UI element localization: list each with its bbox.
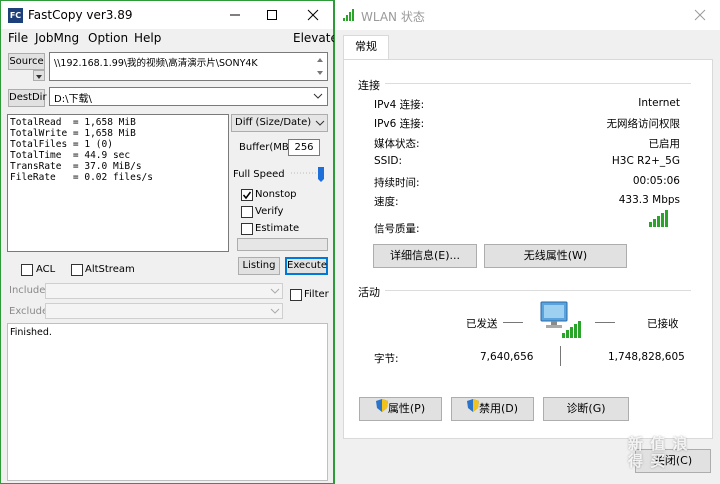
- wlan-title: WLAN 状态: [361, 10, 425, 24]
- fastcopy-app-icon: FC: [8, 8, 23, 23]
- altstream-checkbox[interactable]: [71, 264, 83, 276]
- signal-strength-icon: [648, 209, 672, 227]
- status-text: Finished.: [10, 327, 52, 338]
- bytes-separator: [560, 346, 561, 366]
- connection-header: 连接: [358, 79, 380, 92]
- include-label: Include: [9, 285, 46, 296]
- disable-label: 禁用(D): [478, 402, 519, 415]
- include-combo: [45, 283, 283, 299]
- chevron-down-icon: [314, 117, 326, 129]
- fastcopy-window: FC FastCopy ver3.89 File JobMng Option H…: [0, 0, 338, 484]
- fastcopy-titlebar[interactable]: FC FastCopy ver3.89: [1, 1, 333, 29]
- source-dropdown-icon[interactable]: [33, 70, 45, 81]
- stats-panel: TotalRead = 1,658 MiB TotalWrite = 1,658…: [7, 114, 229, 252]
- row-label: IPv4 连接:: [374, 99, 425, 111]
- execute-button[interactable]: Execute: [285, 257, 328, 275]
- row-value: 无网络访问权限: [606, 118, 681, 130]
- menu-file[interactable]: File: [8, 31, 28, 45]
- row-value: Internet: [638, 97, 680, 109]
- estimate-label: Estimate: [255, 223, 300, 234]
- row-label: 媒体状态:: [374, 138, 420, 150]
- nonstop-checkbox[interactable]: [241, 189, 253, 201]
- minimize-icon[interactable]: [227, 7, 243, 23]
- filter-label: Filter: [304, 289, 329, 300]
- properties-button[interactable]: 属性(P): [359, 397, 442, 421]
- scroll-down-icon[interactable]: [314, 67, 326, 79]
- scroll-up-icon[interactable]: [314, 54, 326, 66]
- buffer-label: Buffer(MB): [239, 142, 293, 153]
- wifi-icon: [342, 8, 356, 22]
- source-button[interactable]: Source: [8, 53, 45, 70]
- mode-select[interactable]: Diff (Size/Date): [231, 114, 328, 132]
- wlan-titlebar[interactable]: WLAN 状态: [335, 0, 720, 30]
- watermark: 新 值 浪 得 买: [628, 436, 714, 474]
- row-label: IPv6 连接:: [374, 118, 425, 130]
- wireless-properties-button[interactable]: 无线属性(W): [484, 244, 627, 268]
- close-icon[interactable]: [305, 7, 321, 23]
- speed-slider[interactable]: [289, 164, 329, 182]
- verify-checkbox[interactable]: [241, 206, 253, 218]
- row-value: 已启用: [648, 138, 681, 150]
- buffer-input[interactable]: 256: [288, 139, 320, 156]
- filter-checkbox[interactable]: [290, 289, 302, 301]
- activity-divider: [385, 290, 691, 291]
- bytes-received: 1,748,828,605: [608, 351, 685, 363]
- bytes-sent: 7,640,656: [480, 351, 534, 363]
- details-button[interactable]: 详细信息(E)...: [373, 244, 477, 268]
- close-icon[interactable]: [692, 7, 708, 23]
- chevron-down-icon: [269, 305, 281, 317]
- destdir-button[interactable]: DestDir: [8, 89, 47, 107]
- estimate-checkbox[interactable]: [241, 223, 253, 235]
- menu-elevate[interactable]: Elevate: [293, 31, 338, 45]
- row-label: 持续时间:: [374, 177, 420, 189]
- acl-label: ACL: [36, 264, 56, 275]
- menu-help[interactable]: Help: [134, 31, 161, 45]
- watermark-text: 新 值 浪 得 买: [628, 435, 688, 470]
- sent-line: [503, 322, 523, 323]
- wlan-window: WLAN 状态 常规 连接 IPv4 连接: Internet IPv6 连接:…: [334, 0, 720, 484]
- verify-label: Verify: [255, 206, 284, 217]
- destdir-combo[interactable]: D:\下载\: [49, 87, 328, 106]
- speed-label: Full Speed: [233, 169, 285, 180]
- progress-bar: [237, 238, 328, 251]
- destdir-path-text: D:\下载\: [54, 94, 92, 105]
- mode-select-label: Diff (Size/Date): [235, 117, 312, 128]
- nonstop-label: Nonstop: [255, 189, 297, 200]
- chevron-down-icon[interactable]: [312, 90, 324, 102]
- received-label: 已接收: [647, 318, 679, 330]
- received-line: [595, 322, 615, 323]
- menu-jobmng[interactable]: JobMng: [35, 31, 79, 45]
- altstream-label: AltStream: [85, 264, 135, 275]
- activity-header: 活动: [358, 286, 380, 299]
- row-value: 433.3 Mbps: [618, 194, 680, 206]
- source-path-text: \\192.168.1.99\我的视频\高清演示片\SONY4K: [54, 58, 258, 69]
- status-log: Finished.: [7, 323, 328, 481]
- maximize-icon[interactable]: [264, 7, 280, 23]
- exclude-combo: [45, 303, 283, 319]
- fastcopy-title: FastCopy ver3.89: [28, 8, 133, 22]
- connection-divider: [385, 83, 691, 84]
- network-computer-icon: [538, 300, 584, 340]
- diagnose-button[interactable]: 诊断(G): [543, 397, 629, 421]
- stats-text: TotalRead = 1,658 MiB TotalWrite = 1,658…: [10, 117, 153, 183]
- source-path-field[interactable]: \\192.168.1.99\我的视频\高清演示片\SONY4K: [49, 52, 328, 81]
- bytes-label: 字节:: [374, 353, 399, 365]
- exclude-label: Exclude: [9, 306, 49, 317]
- row-value: H3C R2+_5G: [611, 155, 680, 167]
- sent-label: 已发送: [466, 318, 498, 330]
- tab-general[interactable]: 常规: [343, 35, 389, 60]
- properties-label: 属性(P): [387, 402, 426, 415]
- disable-button[interactable]: 禁用(D): [451, 397, 534, 421]
- row-label: SSID:: [374, 155, 403, 167]
- shield-icon: [466, 398, 479, 420]
- shield-icon: [375, 398, 388, 420]
- signal-label: 信号质量:: [374, 223, 420, 235]
- listing-button[interactable]: Listing: [238, 257, 280, 275]
- acl-checkbox[interactable]: [21, 264, 33, 276]
- row-value: 00:05:06: [632, 175, 680, 187]
- row-label: 速度:: [374, 196, 399, 208]
- menu-option[interactable]: Option: [88, 31, 128, 45]
- chevron-down-icon: [269, 285, 281, 297]
